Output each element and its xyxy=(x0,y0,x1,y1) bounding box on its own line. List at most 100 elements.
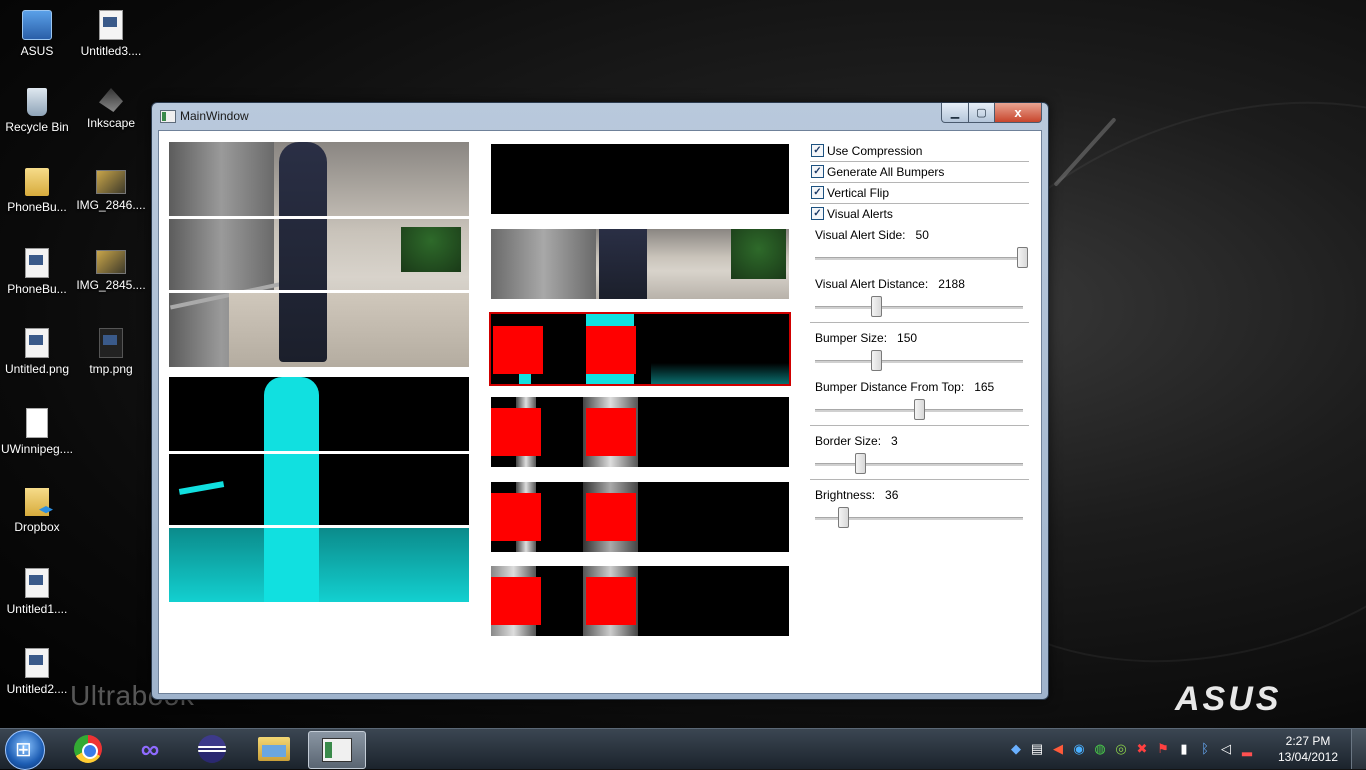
vertical-flip-checkbox[interactable]: ✓ Vertical Flip xyxy=(810,183,1029,204)
slider-label: Brightness: xyxy=(815,488,876,502)
window-title: MainWindow xyxy=(180,109,249,123)
printer-icon[interactable]: ▤ xyxy=(1029,741,1045,757)
slider-label: Visual Alert Distance: xyxy=(815,277,929,291)
checkbox-label: Use Compression xyxy=(827,144,923,158)
visual-alert-side-slider[interactable] xyxy=(815,257,1023,260)
sync-icon[interactable]: ◍ xyxy=(1092,741,1108,757)
depth-railing xyxy=(178,481,225,495)
checkmark-icon: ✓ xyxy=(811,144,824,157)
show-desktop-button[interactable] xyxy=(1351,729,1366,769)
generate-all-bumpers-checkbox[interactable]: ✓ Generate All Bumpers xyxy=(810,162,1029,183)
alert-square-left xyxy=(491,408,541,456)
visual-alert-distance-label: Visual Alert Distance: 2188 xyxy=(815,277,965,291)
dropbox-icon[interactable]: ◆ xyxy=(1008,741,1024,757)
asus-icon xyxy=(22,10,52,40)
desktop-icon-img-2845[interactable]: IMG_2845.... xyxy=(74,250,148,292)
desktop-icon-label: Untitled.png xyxy=(4,362,70,376)
desktop-icon-img-2846[interactable]: IMG_2846.... xyxy=(74,170,148,212)
window-controls: ▁ ▢ x xyxy=(941,103,1042,123)
desktop-icon-phonebu-folder[interactable]: PhoneBu... xyxy=(0,168,74,214)
desktop-icon-label: IMG_2846.... xyxy=(76,198,146,212)
desktop-icon-asus[interactable]: ASUS xyxy=(0,10,74,58)
checkbox-label: Vertical Flip xyxy=(827,186,890,200)
window-titlebar[interactable]: MainWindow ▁ ▢ x xyxy=(152,103,1048,129)
section-divider xyxy=(810,479,1029,480)
desktop-icon-label: PhoneBu... xyxy=(7,200,67,214)
chrome-icon xyxy=(74,735,102,763)
main-window: MainWindow ▁ ▢ x ✓ Use Compression ✓ Gen… xyxy=(151,102,1049,700)
blocked-icon[interactable]: ✖ xyxy=(1134,741,1150,757)
taskbar-chrome[interactable] xyxy=(60,731,116,767)
eclipse-icon xyxy=(198,735,226,763)
volume-icon[interactable]: ◁ xyxy=(1218,741,1234,757)
dropbox-folder-icon xyxy=(25,488,49,516)
desktop-icon-label: Untitled1.... xyxy=(6,602,68,616)
taskbar-eclipse[interactable] xyxy=(184,731,240,767)
bumper-distance-thumb[interactable] xyxy=(914,399,925,420)
start-button[interactable] xyxy=(5,730,45,770)
bumper-line-bottom xyxy=(169,525,469,528)
window-client-area: ✓ Use Compression ✓ Generate All Bumpers… xyxy=(158,130,1042,694)
section-divider xyxy=(810,425,1029,426)
recycle-bin-icon xyxy=(27,88,47,116)
image-file-icon xyxy=(99,328,123,358)
bluetooth-icon[interactable]: ᛒ xyxy=(1197,741,1213,757)
desktop-icon-inkscape[interactable]: Inkscape xyxy=(74,88,148,130)
brightness-thumb[interactable] xyxy=(838,507,849,528)
desktop-icon-untitled-png[interactable]: Untitled.png xyxy=(0,328,74,376)
maximize-button[interactable]: ▢ xyxy=(969,103,995,123)
desktop-icon-label: tmp.png xyxy=(89,362,133,376)
minimize-button[interactable]: ▁ xyxy=(941,103,969,123)
desktop-icon-tmp-png[interactable]: tmp.png xyxy=(74,328,148,376)
alert-square-right xyxy=(586,326,636,374)
sync-alt-icon[interactable]: ◎ xyxy=(1113,741,1129,757)
bumper-size-thumb[interactable] xyxy=(871,350,882,371)
folder-icon xyxy=(258,737,290,761)
bumper-strip-depth-selected[interactable] xyxy=(489,312,791,386)
slider-label: Bumper Size: xyxy=(815,331,888,345)
checkmark-icon: ✓ xyxy=(811,165,824,178)
bumper-line-bottom xyxy=(169,290,469,293)
app-window-icon xyxy=(322,738,352,762)
border-size-slider[interactable] xyxy=(815,463,1023,466)
depth-floor xyxy=(169,527,469,602)
desktop-icon-dropbox[interactable]: Dropbox xyxy=(0,488,74,534)
visual-alert-side-thumb[interactable] xyxy=(1017,247,1028,268)
desktop-icon-recycle-bin[interactable]: Recycle Bin xyxy=(0,88,74,134)
desktop-icon-label: Untitled2.... xyxy=(6,682,68,696)
bumper-size-slider[interactable] xyxy=(815,360,1023,363)
visual-alerts-checkbox[interactable]: ✓ Visual Alerts xyxy=(810,204,1029,224)
checkbox-label: Generate All Bumpers xyxy=(827,165,945,179)
visual-alert-distance-thumb[interactable] xyxy=(871,296,882,317)
taskbar-mainwindow[interactable] xyxy=(308,731,366,769)
desktop-icon-untitled3[interactable]: Untitled3.... xyxy=(74,10,148,58)
visual-alert-distance-slider[interactable] xyxy=(815,306,1023,309)
person-silhouette xyxy=(279,142,327,362)
desktop-icon-untitled2[interactable]: Untitled2.... xyxy=(0,648,74,696)
slider-value: 165 xyxy=(974,380,995,394)
taskbar-visual-studio[interactable]: ∞ xyxy=(122,731,178,767)
flag-icon[interactable]: ⚑ xyxy=(1155,741,1171,757)
slider-value: 2188 xyxy=(938,277,965,291)
flash-icon[interactable]: ◀ xyxy=(1050,741,1066,757)
document-icon xyxy=(26,408,48,438)
use-compression-checkbox[interactable]: ✓ Use Compression xyxy=(810,141,1029,162)
depth-camera-view xyxy=(169,377,469,602)
person-silhouette xyxy=(599,229,647,299)
app-icon xyxy=(25,248,49,278)
system-tray: ◆ ▤ ◀ ◉ ◍ ◎ ✖ ⚑ ▮ ᛒ ◁ ▂ xyxy=(1008,729,1255,769)
close-button[interactable]: x xyxy=(995,103,1042,123)
taskbar-explorer[interactable] xyxy=(246,731,302,767)
network-tool-icon[interactable]: ◉ xyxy=(1071,741,1087,757)
desktop-icon-phonebu-app[interactable]: PhoneBu... xyxy=(0,248,74,296)
alert-square-left xyxy=(491,577,541,625)
clock-date: 13/04/2012 xyxy=(1277,750,1339,764)
battery-icon[interactable]: ▮ xyxy=(1176,741,1192,757)
desktop-icon-untitled1[interactable]: Untitled1.... xyxy=(0,568,74,616)
maximize-icon: ▢ xyxy=(976,107,987,119)
wifi-signal-icon[interactable]: ▂ xyxy=(1239,741,1255,757)
taskbar-clock[interactable]: 2:27 PM 13/04/2012 xyxy=(1270,733,1346,765)
bumper-line-top xyxy=(169,451,469,454)
border-size-thumb[interactable] xyxy=(855,453,866,474)
desktop-icon-uwinnipeg[interactable]: UWinnipeg.... xyxy=(0,408,74,456)
